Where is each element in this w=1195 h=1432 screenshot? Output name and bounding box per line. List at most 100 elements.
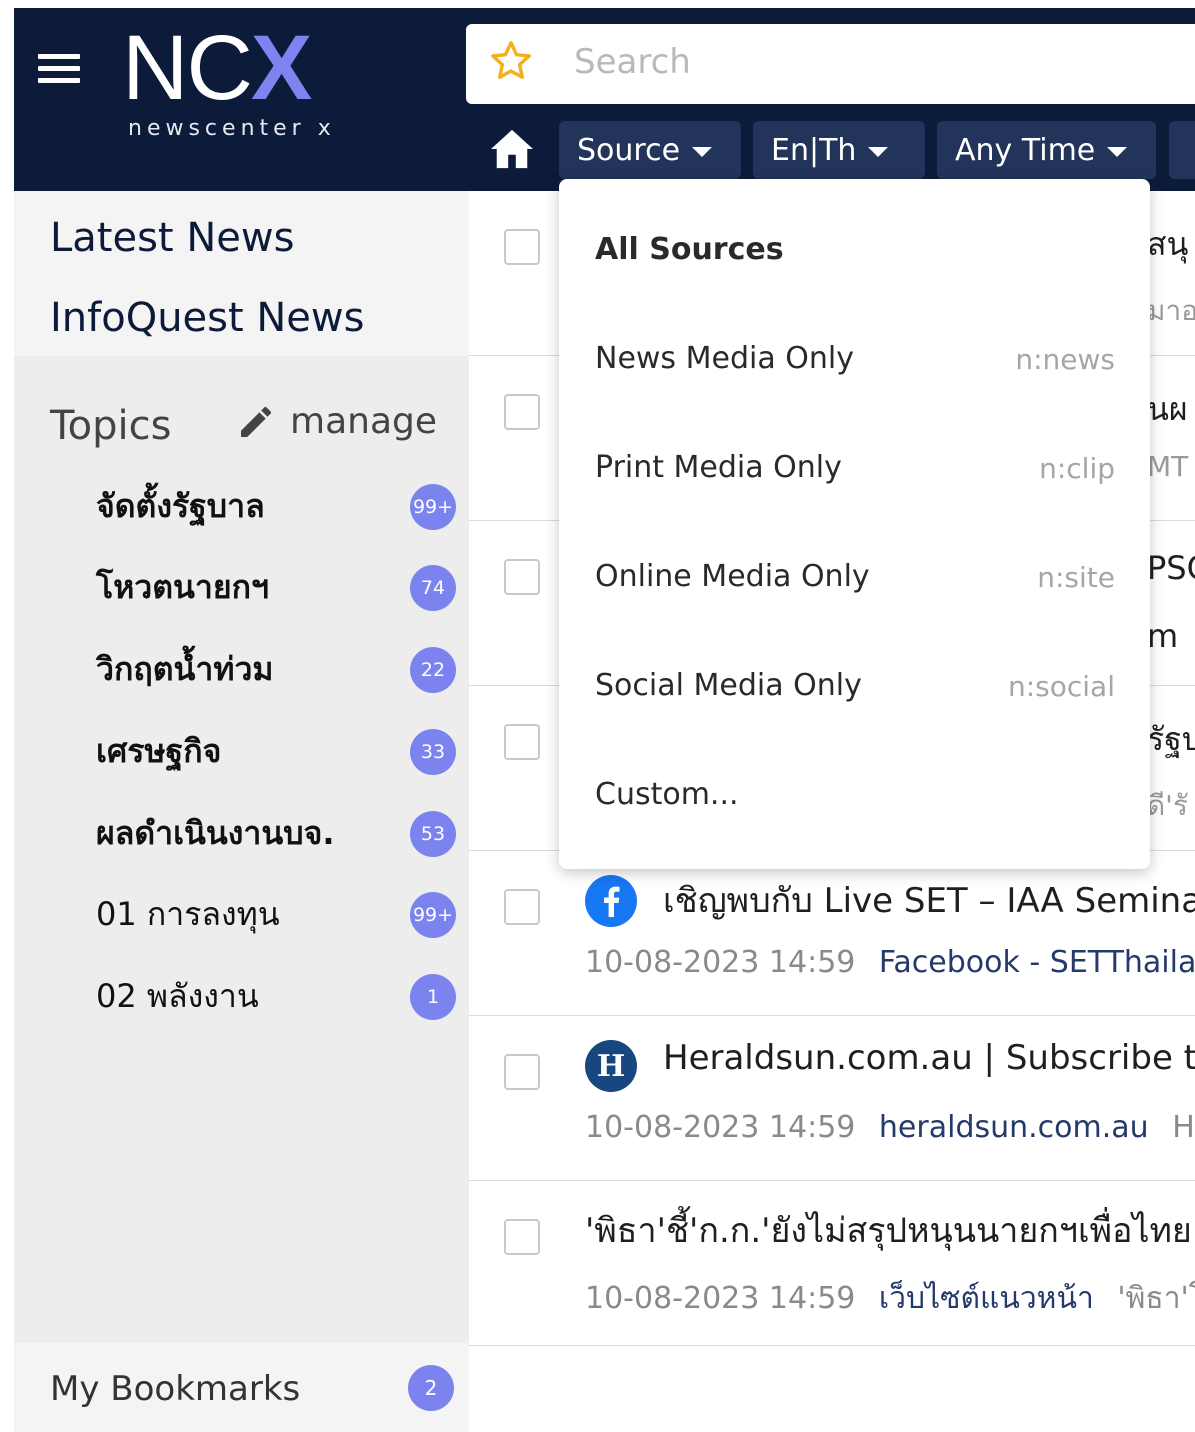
topic-item[interactable]: 02 พลังงาน 1 [96, 971, 456, 1021]
caret-down-icon [868, 147, 889, 157]
row-title-fragment: สนุ [1147, 225, 1189, 263]
row-checkbox[interactable] [504, 724, 540, 760]
row-meta-fragment: มาอ [1147, 294, 1195, 327]
topic-label: 02 พลังงาน [96, 977, 259, 1015]
news-snippet: 'พิธา'โผ [1117, 1281, 1195, 1316]
news-title[interactable]: 'พิธา'ชี้'ก.ก.'ยังไม่สรุปหนุนนายกฯเพื่อไ… [585, 1203, 1195, 1257]
news-meta: 10-08-2023 14:59 เว็บไซต์แนวหน้า 'พิธา'โ… [585, 1275, 1195, 1322]
row-title-fragment: PSC [1147, 549, 1195, 587]
sidebar-infoquest-news[interactable]: InfoQuest News [50, 295, 364, 341]
row-checkbox[interactable] [504, 229, 540, 265]
topic-count-badge: 1 [410, 974, 456, 1020]
search-bar [466, 24, 1195, 104]
news-title[interactable]: Heraldsun.com.au | Subscribe to [663, 1038, 1195, 1078]
star-icon[interactable] [488, 38, 534, 84]
dropdown-item-shortcut: n:news [1015, 343, 1115, 376]
news-row[interactable]: 'พิธา'ชี้'ก.ก.'ยังไม่สรุปหนุนนายกฯเพื่อไ… [469, 1181, 1195, 1346]
row-title-fragment: รัฐบ [1147, 720, 1195, 758]
news-source[interactable]: heraldsun.com.au [879, 1110, 1149, 1145]
app-frame: NCX newscenter x Source En|Th Any Time L… [14, 8, 1195, 1432]
row-meta-fragment: ดี'รั [1147, 789, 1188, 822]
topic-label: วิกฤตน้ำท่วม [96, 650, 274, 688]
news-source[interactable]: Facebook - SETThailand [879, 945, 1195, 980]
topic-count-badge: 99+ [410, 892, 456, 938]
topic-label: โหวตนายกฯ [96, 568, 269, 606]
row-checkbox[interactable] [504, 889, 540, 925]
topic-count-badge: 33 [410, 729, 456, 775]
dropdown-item-label: Print Media Only [595, 450, 842, 485]
news-time: 14:59 [768, 1281, 856, 1316]
topic-item[interactable]: จัดตั้งรัฐบาล 99+ [96, 481, 456, 531]
dropdown-item-all-sources[interactable]: All Sources [595, 222, 1115, 282]
heraldsun-icon: H [585, 1040, 637, 1092]
news-time: 14:59 [768, 945, 856, 980]
news-source[interactable]: เว็บไซต์แนวหน้า [879, 1281, 1094, 1316]
news-title[interactable]: เชิญพบกับ Live SET – IAA Seminar [663, 873, 1195, 927]
source-dropdown-menu: All Sources News Media Only n:news Print… [559, 179, 1150, 869]
row-checkbox[interactable] [504, 1219, 540, 1255]
dropdown-item-shortcut: n:site [1037, 561, 1115, 594]
dropdown-item-social-media[interactable]: Social Media Only n:social [595, 658, 1115, 718]
row-checkbox[interactable] [504, 394, 540, 430]
news-row[interactable]: เชิญพบกับ Live SET – IAA Seminar 10-08-2… [469, 851, 1195, 1016]
news-snippet: Her [1172, 1110, 1195, 1145]
news-meta: 10-08-2023 14:59 heraldsun.com.au Her [585, 1110, 1195, 1145]
svg-text:H: H [597, 1049, 625, 1084]
topic-label: เศรษฐกิจ [96, 732, 222, 770]
manage-topics-button[interactable]: manage [236, 401, 437, 442]
dropdown-item-shortcut: n:clip [1039, 452, 1115, 485]
dropdown-item-print-media[interactable]: Print Media Only n:clip [595, 440, 1115, 500]
topic-item[interactable]: โหวตนายกฯ 74 [96, 562, 456, 612]
row-meta-fragment: m [1147, 617, 1179, 655]
caret-down-icon [692, 147, 713, 157]
topic-item[interactable]: 01 การลงทุน 99+ [96, 889, 456, 939]
sidebar: Latest News InfoQuest News Topics manage… [14, 191, 469, 1432]
language-filter-button[interactable]: En|Th [753, 121, 925, 179]
topic-count-badge: 22 [410, 647, 456, 693]
home-icon[interactable] [488, 128, 536, 170]
news-date: 10-08-2023 [585, 945, 760, 980]
row-checkbox[interactable] [504, 1054, 540, 1090]
dropdown-item-label: News Media Only [595, 341, 854, 376]
dropdown-item-online-media[interactable]: Online Media Only n:site [595, 549, 1115, 609]
bookmarks-count-badge: 2 [408, 1365, 454, 1411]
news-time: 14:59 [768, 1110, 856, 1145]
dropdown-item-label: All Sources [595, 232, 784, 267]
row-checkbox[interactable] [504, 559, 540, 595]
topic-count-badge: 99+ [410, 484, 456, 530]
sidebar-top-section: Latest News InfoQuest News [14, 191, 469, 356]
dropdown-item-news-media[interactable]: News Media Only n:news [595, 331, 1115, 391]
topic-item[interactable]: วิกฤตน้ำท่วม 22 [96, 644, 456, 694]
dropdown-item-custom[interactable]: Custom... [595, 767, 1115, 827]
dropdown-item-shortcut: n:social [1007, 670, 1115, 703]
news-date: 10-08-2023 [585, 1110, 760, 1145]
topic-count-badge: 74 [410, 565, 456, 611]
bookmarks-label: My Bookmarks [50, 1369, 301, 1409]
my-bookmarks[interactable]: My Bookmarks 2 [14, 1343, 469, 1432]
dropdown-item-label: Custom... [595, 777, 739, 812]
facebook-icon [585, 875, 637, 927]
row-title-fragment: นผ [1147, 390, 1188, 428]
topic-label: จัดตั้งรัฐบาล [96, 487, 265, 525]
topic-label: 01 การลงทุน [96, 895, 280, 933]
topic-label: ผลดำเนินงานบจ. [96, 814, 335, 852]
topics-heading: Topics [50, 403, 172, 449]
source-filter-button[interactable]: Source [559, 121, 741, 179]
topic-item[interactable]: เศรษฐกิจ 33 [96, 726, 456, 776]
ncx-logo[interactable]: NCX newscenter x [122, 22, 362, 152]
sidebar-latest-news[interactable]: Latest News [50, 215, 294, 261]
news-row[interactable]: H Heraldsun.com.au | Subscribe to 10-08-… [469, 1016, 1195, 1181]
logo-subtitle: newscenter x [128, 116, 336, 141]
more-filter-button[interactable] [1169, 121, 1195, 179]
dropdown-item-label: Social Media Only [595, 668, 862, 703]
hamburger-menu-icon[interactable] [38, 54, 82, 84]
search-input[interactable] [574, 38, 1174, 86]
caret-down-icon [1107, 147, 1128, 157]
news-meta: 10-08-2023 14:59 Facebook - SETThailand [585, 945, 1195, 980]
topic-item[interactable]: ผลดำเนินงานบจ. 53 [96, 808, 456, 858]
pencil-icon [241, 406, 272, 437]
time-filter-button[interactable]: Any Time [937, 121, 1156, 179]
news-date: 10-08-2023 [585, 1281, 760, 1316]
row-meta-fragment: MT [1147, 450, 1189, 483]
top-header: NCX newscenter x Source En|Th Any Time [14, 8, 1195, 191]
